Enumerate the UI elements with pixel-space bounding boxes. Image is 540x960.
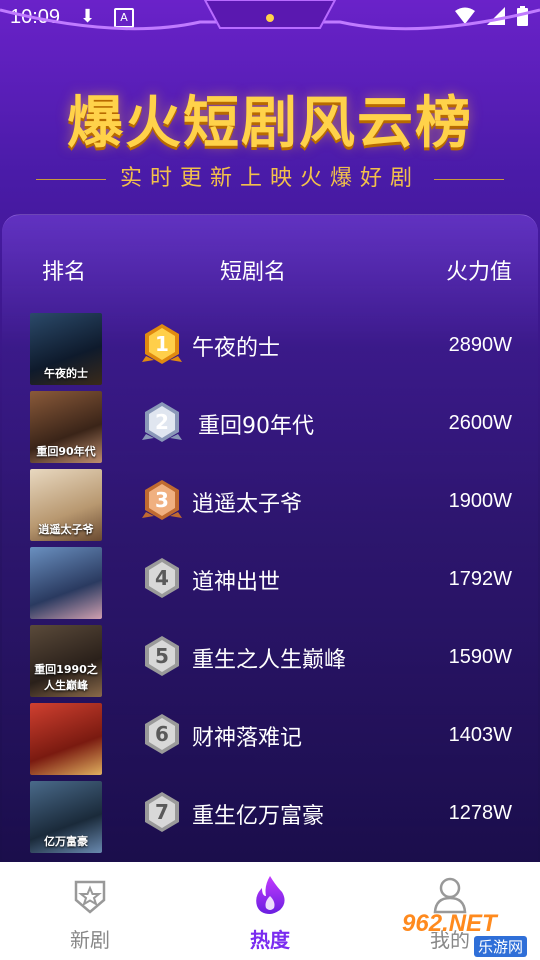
list-item[interactable]: 重回90年代 2 重回90年代 2600W (0, 386, 540, 464)
header-rank: 排名 (42, 260, 87, 285)
tab-new[interactable]: 新剧 (0, 862, 180, 960)
rank-number: 6 (155, 722, 169, 746)
poster-thumbnail[interactable]: 午夜的士 (30, 313, 102, 385)
poster-caption: 亿万富豪 (44, 835, 88, 848)
rank-silver-medal-icon: 2 (142, 402, 182, 442)
rank-number: 2 (155, 410, 169, 434)
tab-hot-label: 热度 (250, 928, 290, 952)
watermark-subtext: 乐游网 (474, 936, 528, 957)
flame-icon (256, 876, 285, 914)
rank-number: 1 (155, 332, 169, 356)
heat-value: 1590W (448, 646, 512, 668)
rank-number: 7 (155, 800, 169, 824)
poster-thumbnail[interactable] (30, 547, 102, 619)
rank-number: 3 (155, 488, 169, 512)
rank-bronze-medal-icon: 3 (142, 480, 182, 520)
list-item[interactable]: 6 财神落难记 1403W (0, 698, 540, 776)
divider-left (35, 178, 106, 180)
drama-title[interactable]: 重生之人生巅峰 (192, 642, 346, 674)
poster-thumbnail[interactable] (30, 703, 102, 775)
poster-thumbnail[interactable]: 重回1990之人生巅峰 (30, 625, 102, 697)
drama-title[interactable]: 财神落难记 (192, 720, 302, 752)
watermark-logo: 962.NET 乐游网 (400, 910, 535, 957)
heat-value: 1278W (448, 802, 512, 824)
drama-title[interactable]: 午夜的士 (192, 330, 280, 362)
rank-plain-medal-icon: 6 (145, 714, 179, 754)
tab-hot[interactable]: 热度 (180, 862, 360, 960)
watermark-text: 962.NET (402, 910, 497, 937)
poster-caption: 重回90年代 (36, 445, 96, 458)
heat-value: 2890W (448, 334, 512, 356)
divider-right (434, 178, 504, 180)
header-name: 短剧名 (220, 260, 287, 285)
heat-value: 1792W (448, 568, 512, 590)
rank-number: 4 (155, 566, 169, 590)
rank-plain-medal-icon: 7 (145, 792, 179, 832)
heat-value: 2600W (448, 412, 512, 434)
heat-value: 1403W (448, 724, 512, 746)
poster-caption: 午夜的士 (44, 367, 88, 380)
list-item[interactable]: 午夜的士 1 午夜的士 2890W (0, 308, 540, 386)
tab-new-label: 新剧 (70, 928, 110, 952)
poster-caption: 重回1990之人生巅峰 (34, 663, 98, 692)
drama-title[interactable]: 重生亿万富豪 (192, 798, 324, 830)
poster-caption: 逍遥太子爷 (38, 523, 94, 536)
list-item[interactable]: 4 道神出世 1792W (0, 542, 540, 620)
list-item[interactable]: 逍遥太子爷 3 逍遥太子爷 1900W (0, 464, 540, 542)
hero-title: 爆火短剧风云榜 (67, 90, 473, 156)
rank-plain-medal-icon: 5 (145, 636, 179, 676)
rank-plain-medal-icon: 4 (145, 558, 179, 598)
hero-subtitle: 实时更新上映火爆好剧 (119, 166, 420, 191)
top-frame-decoration (0, 0, 540, 31)
list-item[interactable]: 重回1990之人生巅峰 5 重生之人生巅峰 1590W (0, 620, 540, 698)
header-heat: 火力值 (446, 260, 513, 285)
user-icon (433, 877, 467, 914)
list-item[interactable]: 亿万富豪 7 重生亿万富豪 1278W (0, 776, 540, 854)
star-shield-icon (74, 880, 106, 914)
drama-title[interactable]: 重回90年代 (198, 408, 314, 440)
rank-number: 5 (155, 644, 169, 668)
poster-thumbnail[interactable]: 重回90年代 (30, 391, 102, 463)
poster-thumbnail[interactable]: 亿万富豪 (30, 781, 102, 853)
drama-title[interactable]: 逍遥太子爷 (192, 486, 302, 518)
hero-subtitle-wrap: 实时更新上映火爆好剧 (0, 160, 540, 192)
rank-gold-medal-icon: 1 (142, 324, 182, 364)
drama-title[interactable]: 道神出世 (192, 564, 280, 596)
heat-value: 1900W (448, 490, 512, 512)
poster-thumbnail[interactable]: 逍遥太子爷 (30, 469, 102, 541)
